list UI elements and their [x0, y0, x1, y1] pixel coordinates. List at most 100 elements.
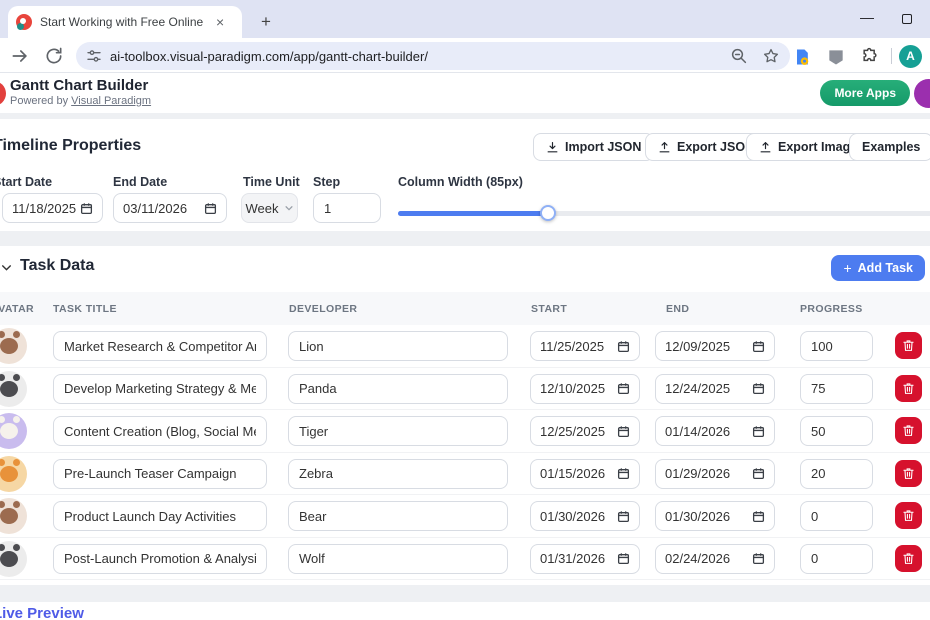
browser-tab[interactable]: Start Working with Free Online ×	[8, 6, 242, 38]
zoom-out-icon[interactable]	[730, 47, 748, 65]
browser-toolbar: ai-toolbox.visual-paradigm.com/app/gantt…	[0, 38, 930, 73]
calendar-icon[interactable]	[752, 382, 765, 395]
task-title-input[interactable]	[53, 459, 267, 489]
bookmark-star-icon[interactable]	[762, 47, 780, 65]
end-date-input[interactable]: 01/30/2026	[655, 501, 775, 531]
import-json-button[interactable]: Import JSON	[533, 133, 654, 161]
examples-button[interactable]: Examples	[849, 133, 930, 161]
calendar-icon[interactable]	[80, 202, 93, 215]
add-task-button[interactable]: + Add Task	[831, 255, 925, 281]
time-unit-select[interactable]: Week	[241, 193, 298, 223]
developer-input[interactable]	[288, 459, 508, 489]
calendar-icon[interactable]	[752, 467, 765, 480]
end-date-value: 12/09/2025	[665, 339, 730, 354]
progress-input[interactable]	[800, 501, 873, 531]
calendar-icon[interactable]	[752, 510, 765, 523]
url-bar[interactable]: ai-toolbox.visual-paradigm.com/app/gantt…	[76, 42, 790, 70]
developer-input[interactable]	[288, 544, 508, 574]
timeline-end-date-input[interactable]: 03/11/2026	[113, 193, 227, 223]
end-date-input[interactable]: 02/24/2026	[655, 544, 775, 574]
visual-paradigm-link[interactable]: Visual Paradigm	[71, 95, 151, 107]
site-settings-icon[interactable]	[86, 48, 102, 64]
developer-input[interactable]	[288, 501, 508, 531]
calendar-icon[interactable]	[617, 510, 630, 523]
timeline-start-date-input[interactable]: 11/18/2025	[2, 193, 103, 223]
task-row: 11/25/2025 12/09/2025	[0, 325, 930, 368]
app-header: Gantt Chart Builder Powered by Visual Pa…	[0, 74, 930, 113]
developer-input[interactable]	[288, 416, 508, 446]
start-date-input[interactable]: 12/25/2025	[530, 416, 640, 446]
progress-input[interactable]	[800, 374, 873, 404]
browser-window: Start Working with Free Online × + — ai-…	[0, 0, 930, 620]
browser-profile-avatar[interactable]: A	[899, 45, 922, 68]
progress-input[interactable]	[800, 416, 873, 446]
live-preview-section: Live Preview	[0, 602, 930, 620]
task-title-input[interactable]	[53, 544, 267, 574]
import-json-label: Import JSON	[565, 140, 641, 154]
new-tab-button[interactable]: +	[254, 10, 278, 34]
trash-icon	[902, 509, 915, 522]
task-title-input[interactable]	[53, 416, 267, 446]
url-text[interactable]: ai-toolbox.visual-paradigm.com/app/gantt…	[110, 49, 716, 64]
delete-task-button[interactable]	[895, 417, 922, 444]
calendar-icon[interactable]	[617, 467, 630, 480]
task-title-input[interactable]	[53, 501, 267, 531]
start-date-value: 01/31/2026	[540, 551, 605, 566]
progress-input[interactable]	[800, 459, 873, 489]
window-minimize-button[interactable]: —	[852, 10, 882, 30]
progress-input[interactable]	[800, 544, 873, 574]
browser-tab-strip: Start Working with Free Online × + —	[0, 0, 930, 38]
trash-icon	[902, 339, 915, 352]
calendar-icon[interactable]	[752, 340, 765, 353]
extension-badge-icon[interactable]	[826, 47, 846, 67]
calendar-icon[interactable]	[617, 552, 630, 565]
delete-task-button[interactable]	[895, 545, 922, 572]
divider-band	[0, 231, 930, 246]
tab-title: Start Working with Free Online	[40, 15, 208, 29]
end-date-value: 01/14/2026	[665, 424, 730, 439]
collapse-chevron-icon[interactable]	[0, 261, 13, 274]
window-maximize-button[interactable]	[892, 10, 922, 30]
calendar-icon[interactable]	[752, 552, 765, 565]
col-start: START	[531, 303, 567, 315]
refresh-icon[interactable]	[44, 46, 64, 66]
start-date-input[interactable]: 01/30/2026	[530, 501, 640, 531]
more-apps-button[interactable]: More Apps	[820, 80, 910, 106]
delete-task-button[interactable]	[895, 502, 922, 529]
extensions-puzzle-icon[interactable]	[860, 47, 880, 67]
delete-task-button[interactable]	[895, 375, 922, 402]
task-row: 01/31/2026 02/24/2026	[0, 538, 930, 581]
developer-input[interactable]	[288, 331, 508, 361]
calendar-icon[interactable]	[617, 340, 630, 353]
password-manager-icon[interactable]	[792, 47, 812, 67]
calendar-icon[interactable]	[617, 382, 630, 395]
start-date-value: 11/18/2025	[12, 201, 76, 216]
calendar-icon[interactable]	[204, 202, 217, 215]
end-date-input[interactable]: 12/24/2025	[655, 374, 775, 404]
step-input[interactable]	[313, 193, 381, 223]
start-date-input[interactable]: 01/31/2026	[530, 544, 640, 574]
start-date-input[interactable]: 12/10/2025	[530, 374, 640, 404]
toolbar-separator	[891, 48, 892, 64]
calendar-icon[interactable]	[752, 425, 765, 438]
live-preview-heading: Live Preview	[0, 605, 84, 620]
column-width-slider[interactable]	[398, 205, 930, 221]
divider-band	[0, 585, 930, 602]
progress-input[interactable]	[800, 331, 873, 361]
end-date-input[interactable]: 01/14/2026	[655, 416, 775, 446]
slider-thumb[interactable]	[540, 205, 556, 221]
delete-task-button[interactable]	[895, 332, 922, 359]
end-date-input[interactable]: 12/09/2025	[655, 331, 775, 361]
tab-close-icon[interactable]: ×	[212, 13, 228, 31]
calendar-icon[interactable]	[617, 425, 630, 438]
end-date-input[interactable]: 01/29/2026	[655, 459, 775, 489]
task-title-input[interactable]	[53, 374, 267, 404]
developer-input[interactable]	[288, 374, 508, 404]
start-date-input[interactable]: 01/15/2026	[530, 459, 640, 489]
delete-task-button[interactable]	[895, 460, 922, 487]
rabbit-avatar-icon	[0, 413, 27, 449]
start-date-input[interactable]: 11/25/2025	[530, 331, 640, 361]
user-avatar[interactable]	[914, 79, 930, 108]
forward-icon[interactable]	[10, 46, 30, 66]
task-title-input[interactable]	[53, 331, 267, 361]
